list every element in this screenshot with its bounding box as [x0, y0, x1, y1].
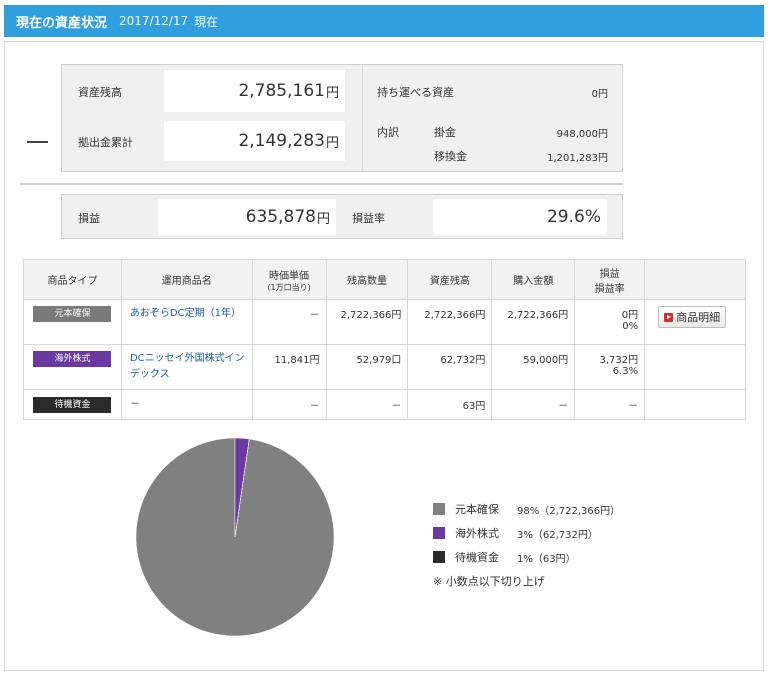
legend-item: 海外株式 3%（62,732円） [433, 521, 620, 545]
legend-value: 98%（2,722,366円） [517, 505, 621, 517]
header-purchase: 購入金額 [491, 259, 576, 300]
header-action [644, 259, 746, 300]
as-of-date: 2017/12/17 [119, 14, 189, 28]
balance-value: 2,785,161 [238, 81, 325, 101]
pl-cell: 3,732円 6.3% [574, 344, 646, 390]
balance-cell: 63円 [407, 389, 493, 420]
price-cell: － [251, 299, 327, 345]
purchase-cell: － [491, 389, 576, 420]
pl-rate-value: 6.3% [612, 366, 639, 377]
header-price: 時価単価 (1万口当り) [251, 259, 327, 300]
fund-name-cell: － [120, 389, 253, 420]
type-badge: 海外株式 [33, 351, 112, 367]
balance-label: 資産残高 [78, 86, 122, 99]
qty-cell: － [325, 389, 409, 420]
legend-item: 元本確保 98%（2,722,366円） [433, 497, 620, 521]
profit-rate-box: 29.6% [433, 199, 607, 235]
type-cell: 海外株式 [23, 344, 122, 390]
rounding-note: ※ 小数点以下切り上げ [433, 575, 545, 588]
as-of-suffix: 現在 [194, 14, 219, 29]
fund-name-link[interactable]: DCニッセイ外国株式インデックス [120, 344, 253, 390]
header-balance: 資産残高 [407, 259, 493, 300]
purchase-cell: 2,722,366円 [491, 299, 576, 345]
pl-cell: － [574, 389, 646, 420]
page-header: 現在の資産状況 2017/12/17 現在 [4, 5, 764, 37]
pl-value: 0円 [621, 310, 639, 321]
contribution-label: 拠出金累計 [78, 136, 133, 149]
header-price-sub: (1万口当り) [267, 282, 311, 292]
ikan-label: 移換金 [434, 150, 467, 163]
legend-value: 3%（62,732円） [517, 529, 598, 541]
legend-label: 待機資金 [455, 551, 499, 564]
allocation-pie-chart [135, 437, 335, 637]
play-icon [664, 312, 674, 322]
profit-rate-label: 損益率 [352, 212, 385, 225]
balance-cell: 62,732円 [407, 344, 493, 390]
header-qty: 残高数量 [325, 259, 409, 300]
pie-legend: 元本確保 98%（2,722,366円） 海外株式 3%（62,732円） 待機資金… [433, 497, 620, 589]
type-cell: 元本確保 [23, 299, 122, 345]
balance-value-box: 2,785,161 円 [164, 70, 345, 112]
balance-cell: 2,722,366円 [407, 299, 493, 345]
legend-label: 元本確保 [455, 503, 499, 516]
action-cell [644, 344, 746, 390]
header-price-main: 時価単価 [269, 270, 310, 282]
portable-assets-value: 0円 [591, 89, 608, 100]
profit-value-box: 635,878 円 [158, 199, 336, 235]
profit-label: 損益 [78, 212, 100, 225]
header-name: 運用商品名 [120, 259, 253, 300]
product-detail-button[interactable]: 商品明細 [658, 306, 727, 328]
table-row: 元本確保 あおぞらDC定期（1年） － 2,722,366円 2,722,366… [23, 299, 746, 345]
balance-unit: 円 [325, 85, 339, 101]
action-cell: 商品明細 [644, 299, 746, 345]
legend-swatch [433, 527, 445, 539]
price-cell: － [251, 389, 327, 420]
table-row: 海外株式 DCニッセイ外国株式インデックス 11,841円 52,979口 62… [23, 344, 746, 390]
table-row: 待機資金 － － － 63円 － － [23, 389, 746, 420]
fund-name-link[interactable]: あおぞらDC定期（1年） [120, 299, 253, 345]
header-pl-main: 損益 [599, 268, 620, 280]
action-cell [644, 389, 746, 420]
contribution-value-box: 2,149,283 円 [164, 121, 345, 161]
contribution-value: 2,149,283 [238, 131, 325, 151]
holdings-table: 商品タイプ 運用商品名 時価単価 (1万口当り) 残高数量 資産残高 購入金額 損… [23, 259, 746, 420]
profit-value: 635,878 [245, 207, 316, 227]
pie-svg [135, 437, 335, 637]
purchase-cell: 59,000円 [491, 344, 576, 390]
product-detail-label: 商品明細 [676, 311, 721, 324]
pl-rate-value: 0% [622, 321, 639, 332]
legend-label: 海外株式 [455, 527, 499, 540]
collapse-toggle-icon[interactable] [27, 141, 48, 143]
table-header-row: 商品タイプ 運用商品名 時価単価 (1万口当り) 残高数量 資産残高 購入金額 損… [23, 259, 746, 300]
summary-box: 資産残高 2,785,161 円 拠出金累計 2,149,283 円 持ち運べる資産… [61, 64, 623, 172]
section-divider [20, 183, 623, 185]
breakdown-label: 内訳 [377, 126, 399, 139]
pl-value: 3,732円 [599, 355, 639, 366]
price-cell: 11,841円 [251, 344, 327, 390]
ikan-value: 1,201,283円 [547, 153, 608, 164]
page-title: 現在の資産状況 [16, 15, 108, 31]
legend-swatch [433, 503, 445, 515]
header-type: 商品タイプ [23, 259, 122, 300]
kakekin-label: 掛金 [434, 126, 456, 139]
profit-box: 損益 635,878 円 損益率 29.6% [61, 194, 623, 239]
qty-cell: 52,979口 [325, 344, 409, 390]
type-badge: 元本確保 [33, 306, 112, 322]
kakekin-value: 948,000円 [556, 129, 608, 140]
summary-divider [362, 65, 363, 171]
contribution-unit: 円 [325, 135, 339, 151]
profit-unit: 円 [316, 211, 330, 227]
legend-item: 待機資金 1%（63円） [433, 545, 620, 569]
header-pl: 損益 損益率 [574, 259, 646, 300]
legend-value: 1%（63円） [517, 553, 576, 565]
portable-assets-label: 持ち運べる資産 [377, 86, 454, 99]
pl-cell: 0円 0% [574, 299, 646, 345]
profit-rate-value: 29.6% [546, 207, 601, 227]
header-pl-rate: 損益率 [594, 283, 625, 295]
legend-swatch [433, 551, 445, 563]
type-badge: 待機資金 [33, 397, 112, 413]
qty-cell: 2,722,366円 [325, 299, 409, 345]
type-cell: 待機資金 [23, 389, 122, 420]
